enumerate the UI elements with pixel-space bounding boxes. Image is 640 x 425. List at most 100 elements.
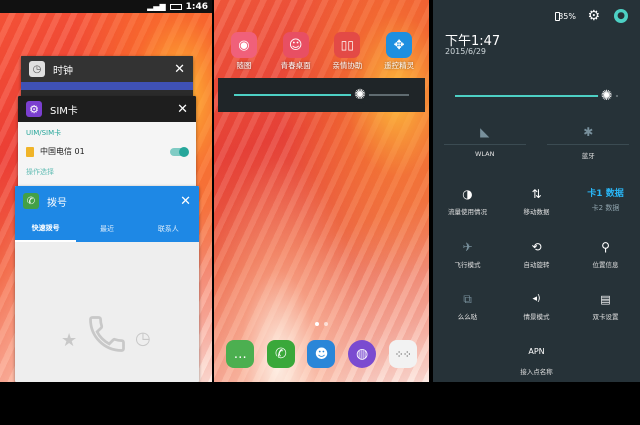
qs-row-4: ⧉ 么么哒 ◂) 情景模式 ▤ 双卡设置 (433, 291, 640, 322)
tile-label: 情景模式 (523, 313, 550, 321)
battery-icon (169, 3, 182, 10)
chat-icon[interactable]: … (226, 340, 255, 368)
brightness-icon[interactable]: ✺ (597, 87, 616, 105)
tile-apn[interactable]: APN 接入点名称 (433, 346, 640, 376)
sim-row[interactable]: 中国电信 01 (18, 142, 196, 161)
tab-recent[interactable]: 最近 (76, 224, 137, 234)
tile-label: 自动旋转 (523, 261, 550, 269)
dock: … ✆ ☻ ◍ ⁘⁘ (214, 340, 429, 370)
rotate-icon: ⟲ (531, 240, 542, 254)
tile-label: 移动数据 (523, 208, 550, 216)
tile-mobile-data[interactable]: ⇅ 移动数据 (502, 187, 571, 216)
sim1-data-label: 卡1 数据 (587, 189, 624, 199)
card-title: SIM卡 (50, 105, 78, 117)
gamepad-icon: ✥ (386, 32, 413, 58)
tile-airplane[interactable]: ✈ 飞行模式 (433, 240, 502, 269)
mobile-data-icon: ⇅ (531, 187, 542, 201)
bluetooth-off-icon: ✱ (583, 125, 594, 139)
brightness-slider[interactable]: ✺ (234, 86, 409, 104)
sim2-data-label: 卡2 数据 (591, 204, 620, 212)
cast-icon: ⧉ (463, 291, 472, 306)
data-usage-icon: ◑ (462, 187, 473, 201)
globe-icon[interactable]: ◍ (348, 340, 377, 368)
tile-label: 流量使用情况 (448, 208, 487, 216)
phone-pair-icon: ▯▯ (334, 32, 361, 58)
dual-sim-icon: ▤ (600, 292, 611, 306)
tile-label: 蓝牙 (581, 152, 595, 160)
dialer-empty-state: ★ ◷ (15, 242, 199, 382)
tile-cast[interactable]: ⧉ 么么哒 (433, 291, 502, 322)
tab-contacts[interactable]: 联系人 (138, 224, 199, 234)
qs-row-5: APN 接入点名称 (433, 346, 640, 376)
wifi-off-icon: ◣ (480, 125, 490, 139)
phone-icon: ✆ (23, 193, 39, 209)
tile-sound-profile[interactable]: ◂) 情景模式 (502, 292, 571, 321)
close-icon[interactable]: ✕ (177, 103, 188, 116)
recent-card-dialer[interactable]: ✆ 拨号 ✕ 快速拨号 最近 联系人 ★ ◷ (15, 186, 199, 382)
tile-label: 双卡设置 (592, 313, 619, 321)
tile-location[interactable]: ⚲ 位置信息 (571, 240, 640, 269)
history-icon: ◷ (135, 328, 151, 349)
card-title: 拨号 (47, 197, 67, 209)
app-label: 青春桌面 (280, 61, 311, 70)
faded-label: 操作选择 (26, 168, 54, 176)
tile-label: 位置信息 (592, 261, 619, 269)
close-icon[interactable]: ✕ (174, 63, 185, 76)
sim-toggle[interactable] (170, 146, 189, 157)
phone-outline-icon (89, 316, 125, 352)
tab-speed-dial[interactable]: 快速拨号 (15, 216, 77, 242)
tile-label: WLAN (474, 150, 495, 158)
tile-data-usage[interactable]: ◑ 流量使用情况 (433, 187, 502, 216)
tile-label: 接入点名称 (520, 368, 553, 376)
tile-dual-sim[interactable]: ▤ 双卡设置 (571, 292, 640, 322)
page-indicator (214, 322, 429, 326)
gear-icon[interactable]: ⚙ (587, 8, 600, 24)
tile-bluetooth[interactable]: ✱ 蓝牙 (537, 125, 640, 160)
quick-settings: 35% ⚙ ● 下午1:47 2015/6/29 ✺ ◣ WLAN ✱ 蓝牙 ◑… (433, 0, 640, 382)
phone-icon[interactable]: ✆ (266, 340, 295, 368)
gear-icon: ⚙ (26, 101, 42, 117)
star-icon: ★ (61, 330, 78, 351)
airplane-icon: ✈ (462, 240, 473, 254)
qs-row-3: ✈ 飞行模式 ⟲ 自动旋转 ⚲ 位置信息 (433, 240, 640, 269)
brightness-slider[interactable]: ✺ (455, 87, 618, 105)
app-label: 随图 (236, 61, 252, 70)
tile-sim-data[interactable]: 卡1 数据 卡2 数据 (571, 187, 640, 216)
status-time: 1:46 (185, 1, 208, 12)
sound-profile-icon: ◂) (532, 294, 541, 304)
app-remote-sprite[interactable]: ✥ 遥控精灵 (375, 32, 423, 71)
section-header: UIM/SIM卡 (26, 129, 62, 137)
carrier-name: 中国电信 01 (40, 147, 85, 156)
recents-screen: ▂▄▆ 1:46 ◷ 时钟 ✕ ⚙ SIM卡 ✕ UIM/SIM卡 中国电信 0… (0, 0, 212, 382)
tile-wlan[interactable]: ◣ WLAN (433, 125, 537, 160)
girl-icon: ☺ (282, 32, 309, 58)
app-label: 遥控精灵 (384, 61, 415, 70)
close-icon[interactable]: ✕ (180, 195, 191, 208)
app-row-top: ◉ 随图 ☺ 青春桌面 ▯▯ 亲情协助 ✥ 遥控精灵 (214, 32, 429, 71)
contacts-icon[interactable]: ☻ (307, 340, 336, 368)
tile-label: 么么哒 (457, 313, 478, 321)
home-screen: ◉ 随图 ☺ 青春桌面 ▯▯ 亲情协助 ✥ 遥控精灵 ✺ … ✆ ☻ ◍ ⁘⁘ (214, 0, 429, 382)
camera-icon: ◉ (230, 32, 257, 58)
app-label: 亲情协助 (332, 61, 363, 70)
qs-row-1: ◣ WLAN ✱ 蓝牙 (433, 125, 640, 160)
brightness-popup: ✺ (218, 78, 425, 112)
qs-header: 35% ⚙ ● 下午1:47 2015/6/29 (433, 0, 640, 56)
app-youth-desktop[interactable]: ☺ 青春桌面 (272, 32, 320, 71)
battery-percent: 35% (558, 12, 576, 21)
status-bar: ▂▄▆ 1:46 (0, 0, 212, 13)
sim-icon (26, 146, 34, 157)
app-suitu[interactable]: ◉ 随图 (220, 32, 268, 71)
grid-icon[interactable]: ⁘⁘ (388, 340, 417, 368)
qs-row-2: ◑ 流量使用情况 ⇅ 移动数据 卡1 数据 卡2 数据 (433, 187, 640, 216)
clock-icon: ◷ (29, 61, 45, 77)
card-title: 时钟 (53, 65, 73, 77)
app-family-assist[interactable]: ▯▯ 亲情协助 (323, 32, 371, 71)
brightness-icon[interactable]: ✺ (351, 86, 369, 104)
user-avatar-icon[interactable]: ● (614, 9, 628, 23)
tile-label: 飞行模式 (454, 261, 481, 269)
apn-icon: APN (528, 347, 545, 356)
qs-date: 2015/6/29 (445, 47, 487, 56)
signal-icon: ▂▄▆ (147, 2, 166, 11)
tile-auto-rotate[interactable]: ⟲ 自动旋转 (502, 240, 571, 269)
